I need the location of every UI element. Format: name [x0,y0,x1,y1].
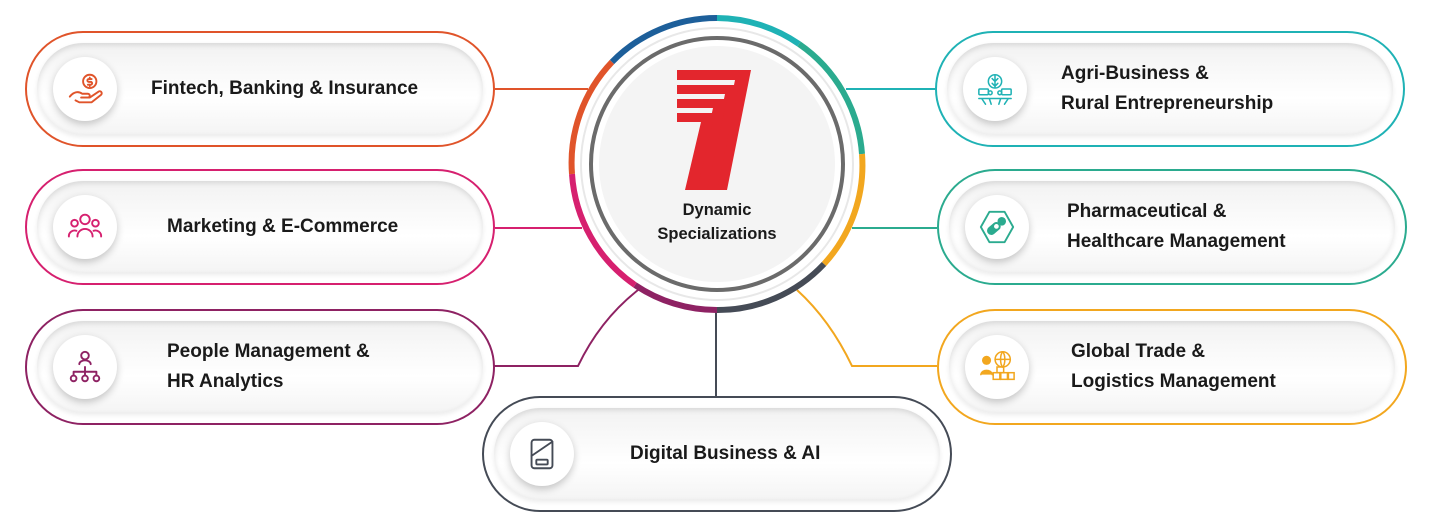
central-hub [568,14,866,314]
card-fintech[interactable]: Fintech, Banking & Insurance [25,31,495,147]
org-chart-icon [53,335,117,399]
hub-title-line1: Dynamic [682,201,752,219]
card-label: Digital Business & AI [630,398,930,510]
label-line-1: Pharmaceutical & [1067,201,1227,222]
card-pharmaceutical[interactable]: Pharmaceutical & Healthcare Management [937,169,1407,285]
label-line-1: Digital Business & AI [630,443,821,464]
card-digital-business[interactable]: Digital Business & AI [482,396,952,512]
card-people-management[interactable]: People Management & HR Analytics [25,309,495,425]
card-label: Pharmaceutical & Healthcare Management [1067,171,1385,283]
money-hand-icon [53,57,117,121]
card-label: Agri-Business & Rural Entrepreneurship [1061,33,1383,145]
label-line-1: Marketing & E-Commerce [167,216,399,237]
label-line-1: Agri-Business & [1061,63,1209,84]
card-label: Global Trade & Logistics Management [1071,311,1385,423]
label-line-2: HR Analytics [167,371,284,392]
hub-title: Dynamic Specializations [617,198,817,246]
hub-title-line2: Specializations [657,225,777,243]
global-trade-icon [965,335,1029,399]
pills-icon [965,195,1029,259]
label-line-1: Fintech, Banking & Insurance [151,78,419,99]
people-group-icon [53,195,117,259]
card-marketing[interactable]: Marketing & E-Commerce [25,169,495,285]
tablet-icon [510,422,574,486]
card-global-trade[interactable]: Global Trade & Logistics Management [937,309,1407,425]
card-label: Marketing & E-Commerce [167,171,473,283]
label-line-1: Global Trade & [1071,341,1206,362]
card-agri-business[interactable]: Agri-Business & Rural Entrepreneurship [935,31,1405,147]
card-label: People Management & HR Analytics [167,311,473,423]
agriculture-icon [963,57,1027,121]
card-label: Fintech, Banking & Insurance [151,33,473,145]
label-line-2: Rural Entrepreneurship [1061,93,1274,114]
label-line-2: Logistics Management [1071,371,1276,392]
label-line-1: People Management & [167,341,370,362]
label-line-2: Healthcare Management [1067,231,1286,252]
